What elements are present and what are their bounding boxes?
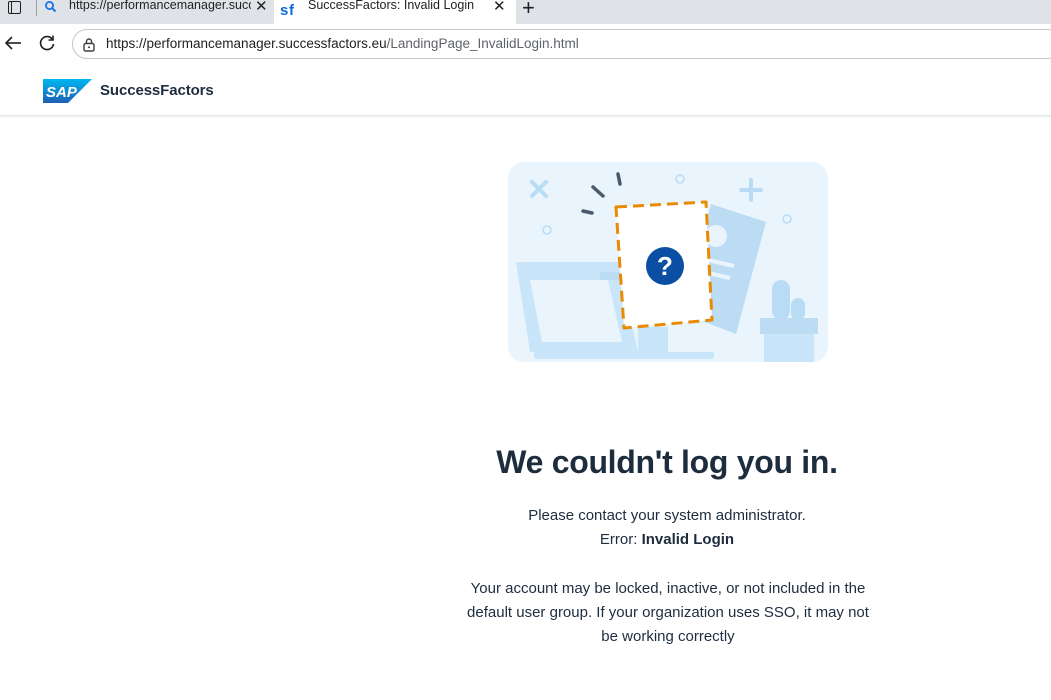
error-label: Error: (599, 531, 638, 548)
tab-actions-icon[interactable] (0, 0, 28, 24)
reload-icon[interactable] (37, 33, 57, 53)
app-header: SAP SuccessFactors (0, 65, 1051, 116)
url-path: /LandingPage_InvalidLogin.html (386, 36, 579, 51)
url-text: https://performancemanager.successfactor… (106, 36, 579, 51)
sf-icon: s f (280, 1, 300, 22)
browser-tab-strip: https://performancemanager.successfactor… (0, 0, 1051, 24)
contact-message: Please contact your system administrator… (528, 507, 806, 524)
close-tab-icon[interactable]: ✕ (255, 0, 268, 15)
page-title: We couldn't log you in. (496, 444, 838, 480)
error-line: Error: Invalid Login (467, 531, 867, 548)
new-tab-button[interactable]: + (522, 0, 535, 21)
svg-text:?: ? (657, 251, 673, 281)
browser-toolbar: https://performancemanager.successfactor… (0, 24, 1051, 65)
tab-title: SuccessFactors: Invalid Login (308, 0, 475, 12)
error-value: Invalid Login (641, 531, 735, 548)
tab-performancemanager[interactable]: https://performancemanager.successfactor… (36, 0, 274, 24)
close-tab-icon[interactable]: ✕ (493, 0, 506, 15)
tab-title: https://performancemanager.successfactor… (69, 0, 251, 12)
brand-name: SuccessFactors (100, 82, 214, 99)
search-icon (44, 0, 58, 19)
error-illustration: ? (508, 162, 828, 362)
address-bar[interactable]: https://performancemanager.successfactor… (72, 29, 1051, 59)
lock-icon[interactable] (82, 37, 96, 52)
back-arrow-icon[interactable] (3, 33, 23, 53)
url-domain: https://performancemanager.successfactor… (106, 36, 387, 51)
svg-text:s: s (280, 2, 288, 17)
sap-logo[interactable]: SAP (43, 79, 92, 103)
tab-successfactors-invalid-login[interactable]: s f SuccessFactors: Invalid Login ✕ (274, 0, 516, 24)
error-detail: Your account may be locked, inactive, or… (467, 580, 869, 645)
svg-text:SAP: SAP (46, 84, 78, 101)
svg-text:f: f (289, 2, 295, 17)
